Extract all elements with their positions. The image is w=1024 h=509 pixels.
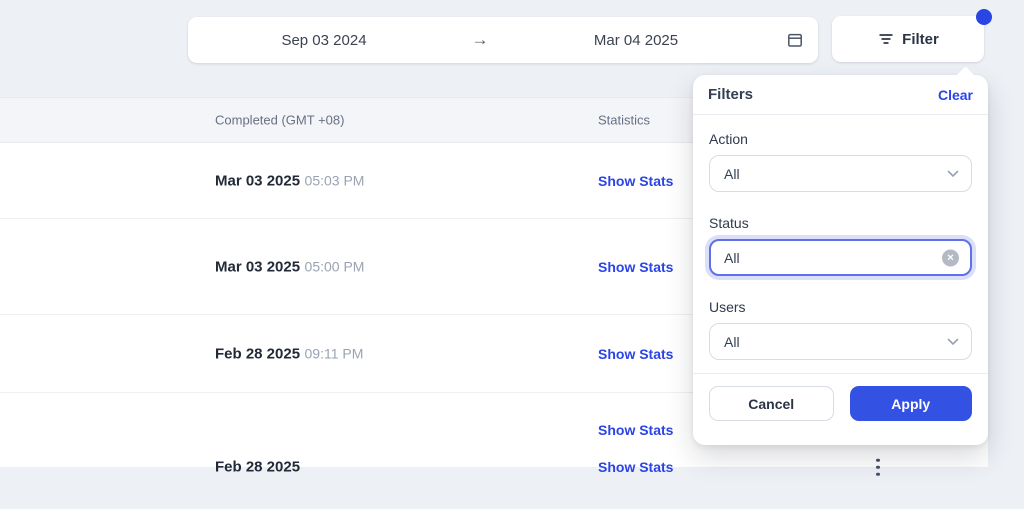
users-field: Users All — [709, 299, 972, 360]
filter-notification-dot — [976, 9, 992, 25]
action-label: Action — [709, 131, 972, 147]
clear-filters-link[interactable]: Clear — [938, 87, 973, 103]
filter-button-label: Filter — [902, 31, 939, 48]
show-stats-link[interactable]: Show Stats — [598, 459, 673, 475]
completed-cell: Mar 03 2025 05:03 PM — [215, 170, 364, 191]
completed-time: 09:11 PM — [305, 345, 364, 361]
arrow-right-icon: → — [460, 30, 500, 50]
show-stats-link[interactable]: Show Stats — [598, 422, 673, 438]
show-stats-link[interactable]: Show Stats — [598, 173, 673, 189]
users-select[interactable]: All — [709, 323, 972, 360]
chevron-down-icon — [947, 338, 959, 346]
completed-time: 05:03 PM — [305, 172, 365, 188]
show-stats-link[interactable]: Show Stats — [598, 346, 673, 362]
column-header-statistics: Statistics — [598, 113, 650, 128]
completed-cell: Feb 28 2025 — [215, 457, 300, 478]
status-field: Status All ✕ — [709, 215, 972, 276]
action-field: Action All — [709, 131, 972, 192]
end-date[interactable]: Mar 04 2025 — [500, 32, 772, 49]
clear-value-icon[interactable]: ✕ — [942, 249, 959, 266]
show-stats-link[interactable]: Show Stats — [598, 259, 673, 275]
cancel-button[interactable]: Cancel — [709, 386, 834, 421]
kebab-menu-icon[interactable] — [872, 453, 884, 482]
column-header-completed: Completed (GMT +08) — [215, 113, 344, 128]
apply-button[interactable]: Apply — [850, 386, 973, 421]
calendar-icon[interactable] — [772, 31, 818, 49]
users-select-value: All — [724, 334, 740, 350]
completed-date: Feb 28 2025 — [215, 459, 300, 476]
date-range-picker[interactable]: Sep 03 2024 → Mar 04 2025 — [188, 17, 818, 63]
completed-date: Mar 03 2025 — [215, 172, 300, 189]
completed-cell: Mar 03 2025 05:00 PM — [215, 256, 364, 277]
filter-icon — [877, 30, 895, 48]
status-select[interactable]: All ✕ — [709, 239, 972, 276]
screen: Sep 03 2024 → Mar 04 2025 Filter — [0, 0, 1024, 509]
start-date[interactable]: Sep 03 2024 — [188, 32, 460, 49]
chevron-down-icon — [947, 170, 959, 178]
completed-cell: Feb 28 2025 09:11 PM — [215, 343, 363, 364]
completed-time: 05:00 PM — [305, 258, 365, 274]
filter-button[interactable]: Filter — [832, 16, 984, 62]
filters-panel: Filters Clear Action All Status All ✕ — [693, 75, 988, 445]
filters-title: Filters — [708, 86, 753, 103]
table-row: Feb 28 2025 Show Stats — [0, 467, 988, 468]
filters-panel-header: Filters Clear — [693, 75, 988, 115]
completed-date: Feb 28 2025 — [215, 345, 300, 362]
action-select-value: All — [724, 166, 740, 182]
filters-panel-body: Action All Status All ✕ Users All — [693, 115, 988, 360]
status-label: Status — [709, 215, 972, 231]
completed-date: Mar 03 2025 — [215, 258, 300, 275]
users-label: Users — [709, 299, 972, 315]
status-select-value: All — [724, 250, 740, 266]
filters-panel-footer: Cancel Apply — [693, 374, 988, 421]
action-select[interactable]: All — [709, 155, 972, 192]
